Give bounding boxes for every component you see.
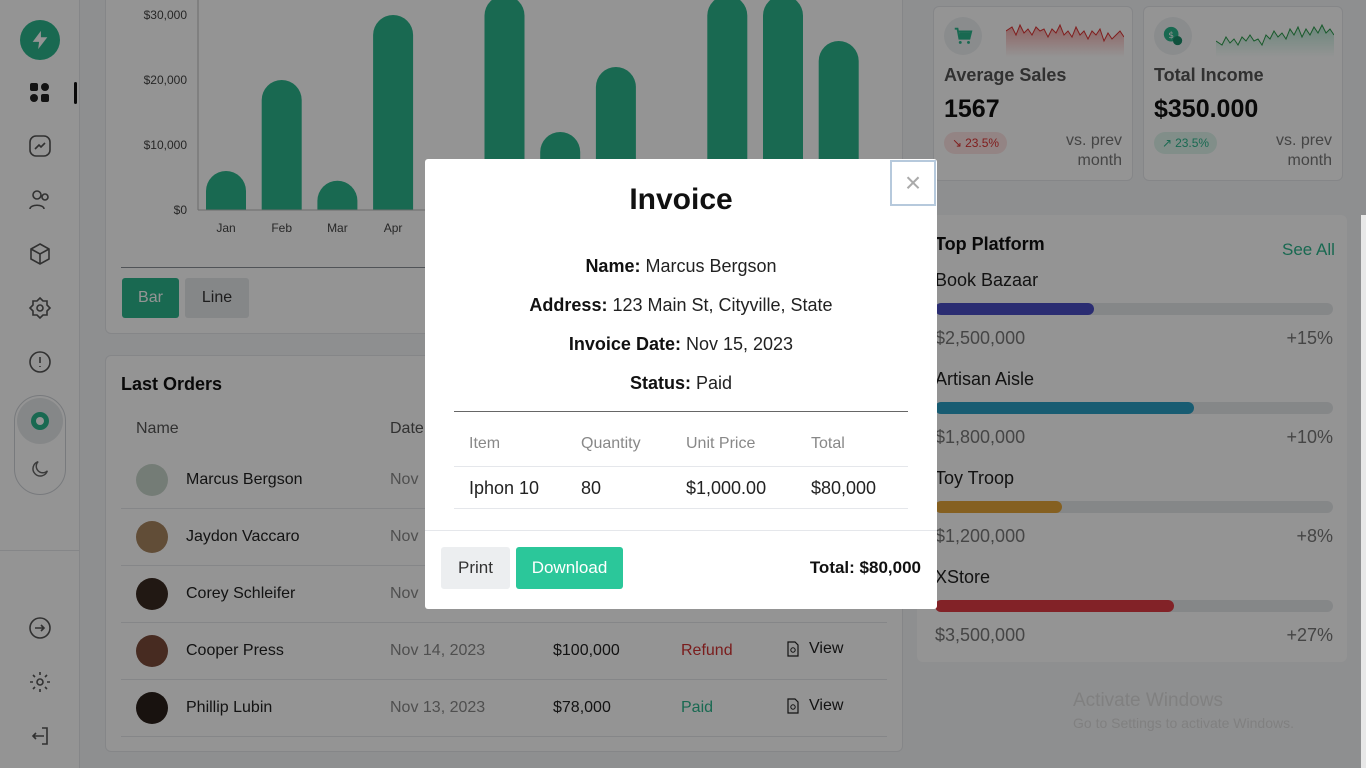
invoice-date: Invoice Date: Nov 15, 2023 — [425, 334, 937, 355]
print-button[interactable]: Print — [441, 547, 510, 589]
date-label: Invoice Date: — [568, 334, 681, 354]
table-header-divider — [454, 466, 908, 467]
invoice-title: Invoice — [629, 183, 733, 216]
table-header-quantity: Quantity — [581, 435, 641, 452]
page-scrollbar[interactable] — [1361, 215, 1366, 768]
date-value: Nov 15, 2023 — [685, 334, 794, 354]
quantity-cell: 80 — [581, 478, 602, 498]
download-button[interactable]: Download — [516, 547, 623, 589]
status-label: Status: — [629, 373, 691, 393]
table-header-total: Total — [811, 435, 845, 452]
unit-price-cell: $1,000.00 — [686, 478, 767, 498]
address-value: 123 Main St, Cityville, State — [612, 295, 833, 315]
address-label: Address: — [529, 295, 608, 315]
table-header-unit-price: Unit Price — [686, 435, 756, 452]
invoice-name: Name: Marcus Bergson — [425, 256, 937, 277]
table-header-item: Item — [469, 435, 501, 452]
name-label: Name: — [585, 256, 641, 276]
table-row-divider — [454, 508, 908, 509]
total-cell: $80,000 — [811, 478, 877, 498]
status-value: Paid — [696, 373, 733, 393]
invoice-total: Total: $80,000 — [809, 558, 921, 577]
invoice-divider — [454, 411, 908, 412]
invoice-status: Status: Paid — [425, 373, 937, 394]
invoice-address: Address: 123 Main St, Cityville, State — [425, 295, 937, 316]
name-value: Marcus Bergson — [645, 256, 777, 276]
modal-footer-divider — [425, 530, 937, 531]
item-cell: Iphon 10 — [469, 478, 540, 498]
